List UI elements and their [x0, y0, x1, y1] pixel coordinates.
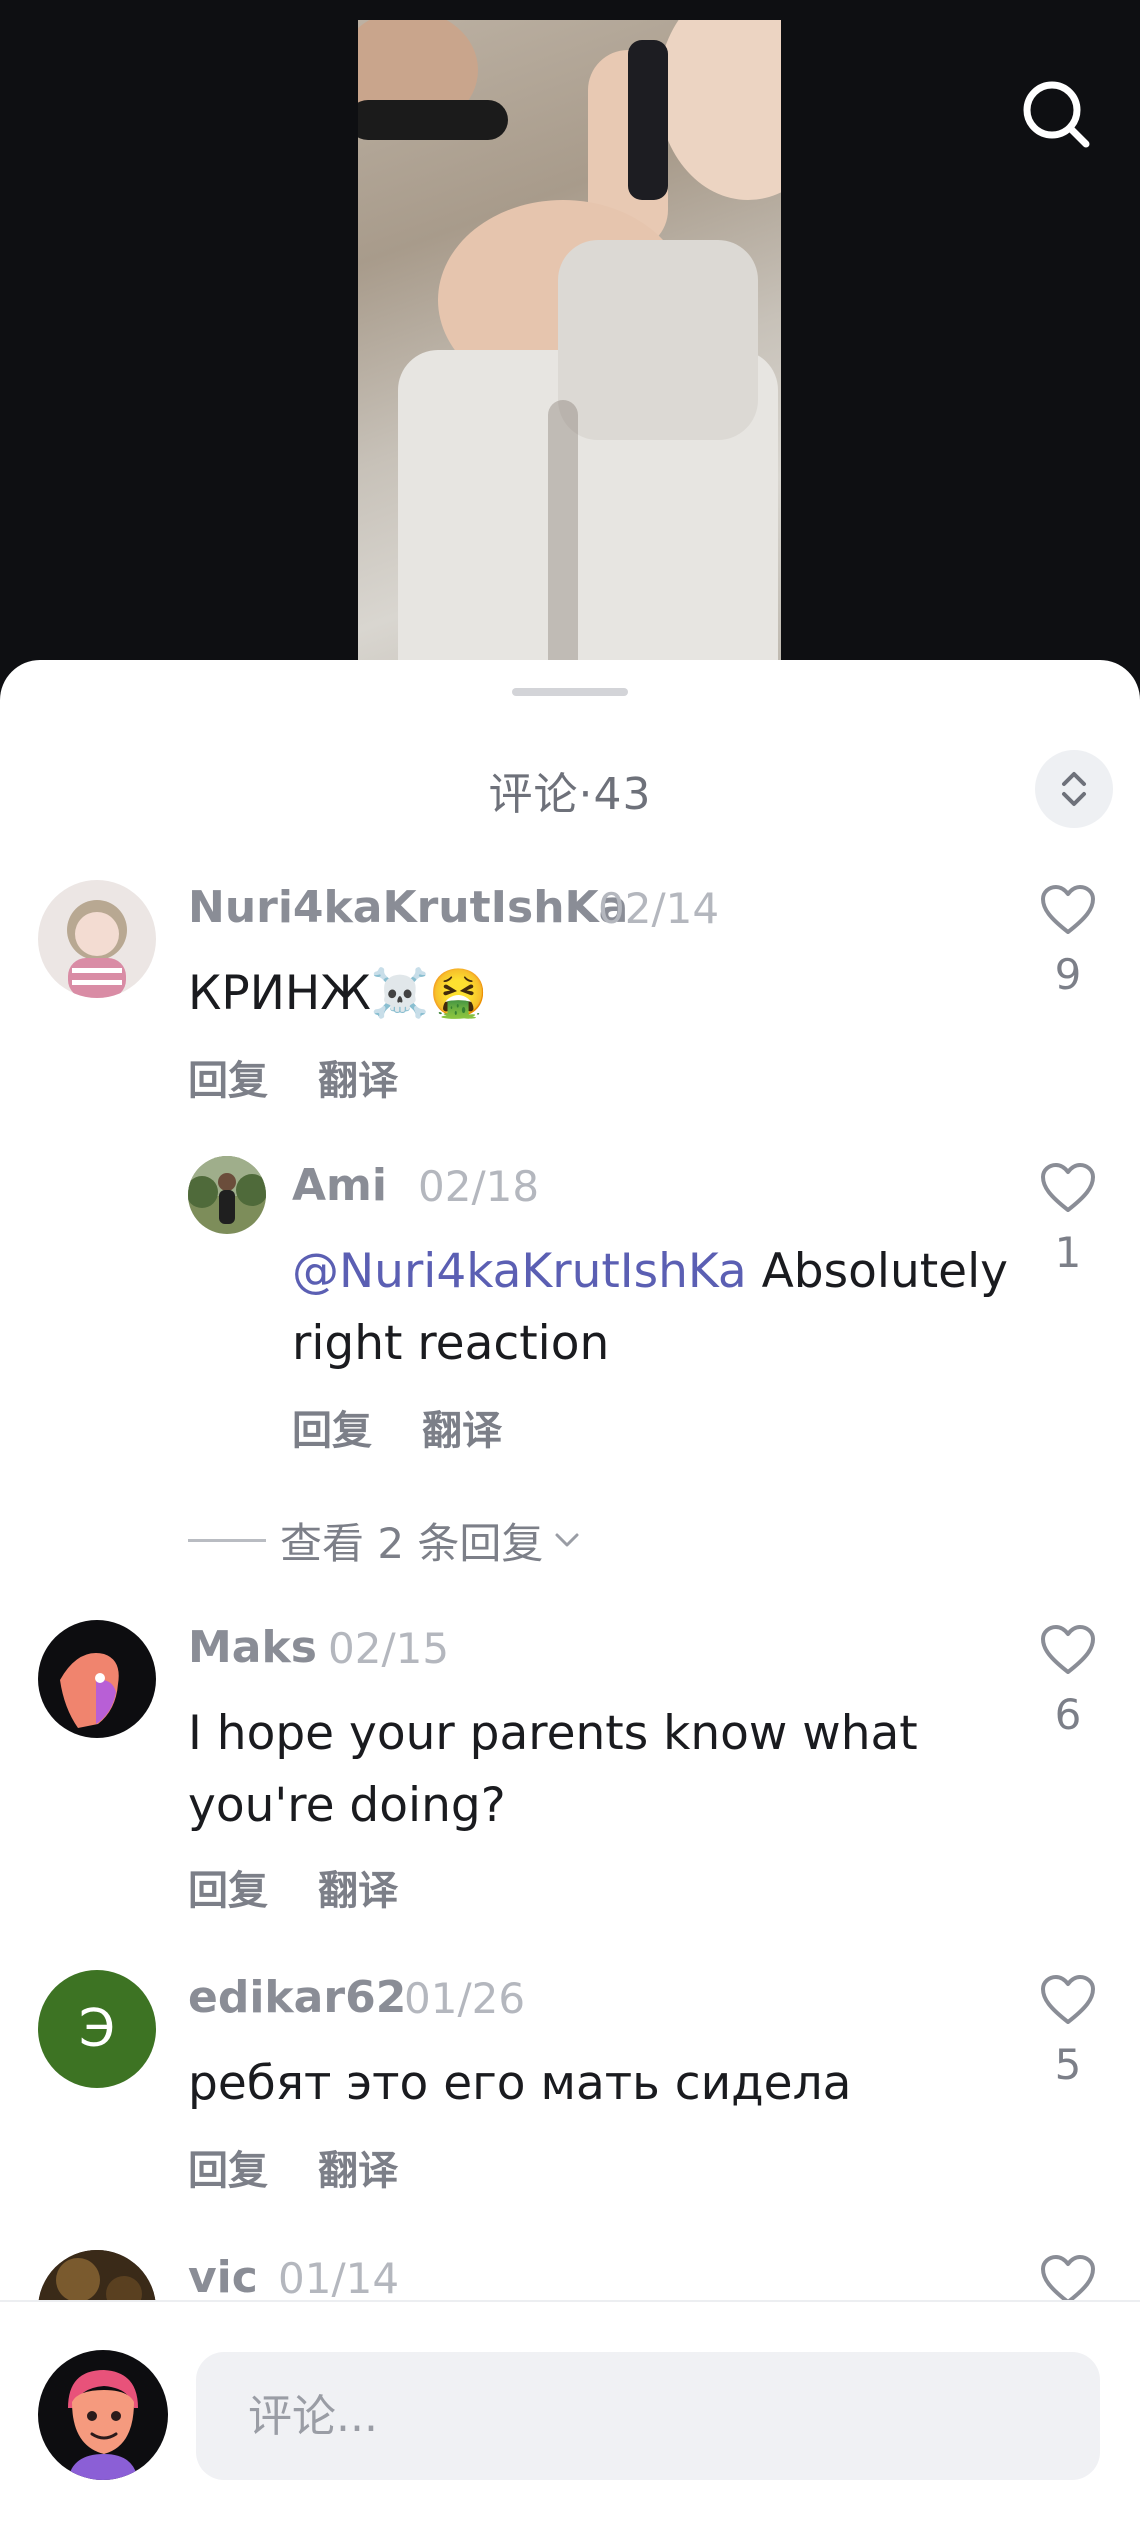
- video-thumbnail: [358, 20, 781, 680]
- translate-button[interactable]: 翻译: [318, 1858, 398, 1916]
- my-avatar[interactable]: [38, 2350, 168, 2480]
- comment-input[interactable]: [196, 2352, 1100, 2480]
- reply-button[interactable]: 回复: [292, 1398, 372, 1456]
- search-icon: [1023, 81, 1090, 148]
- heart-icon[interactable]: [1040, 1974, 1096, 2026]
- translate-button[interactable]: 翻译: [422, 1398, 502, 1456]
- comment-text: ребят это его мать сидела: [188, 2056, 852, 2111]
- comments-sheet: 评论·43 Nuri4kaKrutIshKa 02/14 КРИНЖ☠️🤮 回复: [0, 660, 1140, 2528]
- chevron-up-down-icon: [1062, 772, 1086, 806]
- comment-date: 01/14: [278, 2254, 400, 2303]
- comment-date: 02/14: [598, 884, 720, 933]
- heart-icon[interactable]: [1040, 1624, 1096, 1676]
- drag-handle[interactable]: [512, 688, 628, 696]
- heart-icon[interactable]: [1040, 2254, 1096, 2306]
- divider-line: [188, 1538, 266, 1542]
- comment-username[interactable]: vic: [188, 2252, 258, 2303]
- comment-date: 01/26: [404, 1974, 526, 2023]
- avatar[interactable]: [38, 880, 156, 998]
- comment-username[interactable]: Maks: [188, 1622, 317, 1673]
- comment-text: @Nuri4kaKrutIshKa Absolutely right react…: [292, 1244, 1008, 1371]
- heart-icon[interactable]: [1040, 1162, 1096, 1214]
- comment-text: КРИНЖ☠️🤮: [188, 966, 488, 1021]
- translate-button[interactable]: 翻译: [318, 2138, 398, 2196]
- translate-button[interactable]: 翻译: [318, 1048, 398, 1106]
- comment-date: 02/15: [328, 1624, 450, 1673]
- like-count: 1: [1054, 1228, 1082, 1277]
- avatar[interactable]: [38, 1620, 156, 1738]
- comment-text: I hope your parents know what you're doi…: [188, 1706, 918, 1833]
- comment-date: 02/18: [418, 1162, 540, 1211]
- reply-button[interactable]: 回复: [188, 2138, 268, 2196]
- like-count: 5: [1054, 2040, 1082, 2089]
- comment-composer: [0, 2300, 1140, 2530]
- comment-username[interactable]: edikar62: [188, 1972, 406, 2023]
- heart-icon[interactable]: [1040, 884, 1096, 936]
- comment-username[interactable]: Ami: [292, 1160, 387, 1211]
- like-count: 9: [1054, 950, 1082, 999]
- reply-button[interactable]: 回复: [188, 1048, 268, 1106]
- comment-username[interactable]: Nuri4kaKrutIshKa: [188, 882, 628, 933]
- comments-title: 评论·43: [488, 769, 652, 820]
- avatar[interactable]: [188, 1156, 266, 1234]
- chevron-down-icon: [555, 1533, 579, 1547]
- mention-link[interactable]: @Nuri4kaKrutIshKa: [292, 1244, 747, 1299]
- reply-button[interactable]: 回复: [188, 1858, 268, 1916]
- view-more-replies[interactable]: 查看 2 条回复: [188, 1512, 583, 1568]
- avatar-letter: Э: [78, 1999, 116, 2059]
- avatar[interactable]: Э: [38, 1970, 156, 2088]
- video-player[interactable]: [0, 0, 1140, 680]
- expand-button[interactable]: [1035, 750, 1113, 828]
- like-count: 6: [1054, 1690, 1082, 1739]
- search-button[interactable]: [1018, 76, 1094, 152]
